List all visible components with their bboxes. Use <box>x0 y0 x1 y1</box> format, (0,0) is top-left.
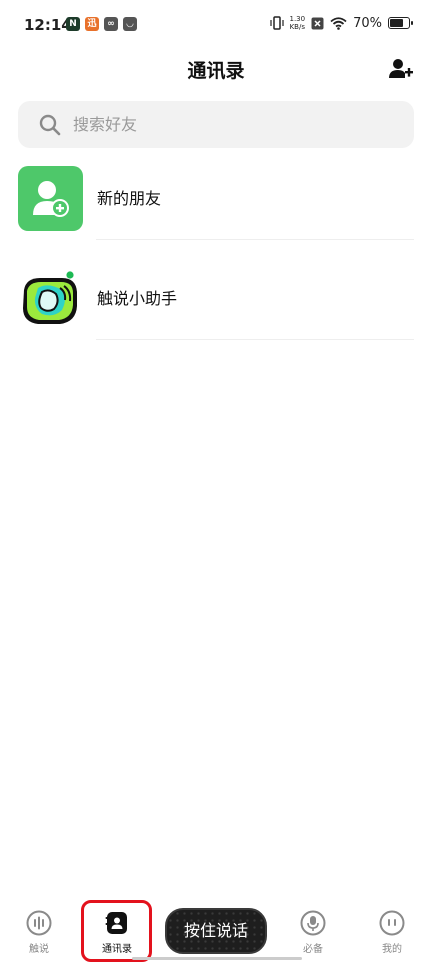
divider <box>96 239 414 240</box>
net-speed-value: 1.30 <box>289 15 306 23</box>
status-bar: 12:14 N 迅 ∞ ◡ 1.30 KB/s 70% <box>0 0 432 50</box>
notification-app-orange-icon: 迅 <box>85 17 99 31</box>
status-time: 12:14 <box>24 16 72 34</box>
assistant-logo-icon <box>23 271 77 324</box>
net-speed-unit: KB/s <box>289 23 305 31</box>
assistant-avatar <box>18 266 83 331</box>
list-item-new-friends[interactable]: 新的朋友 <box>0 150 432 240</box>
search-bar[interactable] <box>18 101 414 148</box>
active-tab-highlight <box>81 900 152 962</box>
person-add-icon <box>33 181 69 217</box>
divider <box>96 339 414 340</box>
search-input[interactable] <box>73 101 373 148</box>
nav-label: 触说 <box>29 944 49 955</box>
voice-wave-icon <box>26 910 52 936</box>
nav-item-essentials[interactable]: 必备 <box>283 910 343 955</box>
nav-item-chushuo[interactable]: 触说 <box>9 910 69 955</box>
net-speed: 1.30 KB/s <box>290 15 306 31</box>
wifi-icon <box>330 16 347 30</box>
battery-percent: 70% <box>353 15 382 31</box>
list-item-label: 新的朋友 <box>97 189 162 208</box>
list-item-assistant[interactable]: 触说小助手 <box>0 250 432 340</box>
nav-label: 我的 <box>382 944 402 955</box>
battery-fill <box>390 19 403 27</box>
status-right: 1.30 KB/s 70% <box>269 15 413 31</box>
home-indicator <box>132 957 302 960</box>
search-icon <box>39 114 61 136</box>
microphone-icon <box>300 910 326 936</box>
notification-icons: N 迅 ∞ ◡ <box>66 17 137 31</box>
nav-label: 必备 <box>303 944 323 955</box>
new-friend-icon <box>18 166 83 231</box>
page-title: 通讯录 <box>187 60 245 82</box>
list-item-label: 触说小助手 <box>97 289 178 308</box>
vibrate-icon <box>269 16 284 30</box>
add-user-icon[interactable] <box>388 56 414 82</box>
push-to-talk-button[interactable]: 按住说话 <box>165 908 267 954</box>
no-sim-icon <box>311 17 324 29</box>
notification-app-bag-icon: ◡ <box>123 17 137 31</box>
notification-app-link-icon: ∞ <box>104 17 118 31</box>
profile-face-icon <box>379 910 405 936</box>
nav-item-me[interactable]: 我的 <box>362 910 422 955</box>
notification-app-n-icon: N <box>66 17 80 31</box>
battery-icon <box>388 17 413 29</box>
